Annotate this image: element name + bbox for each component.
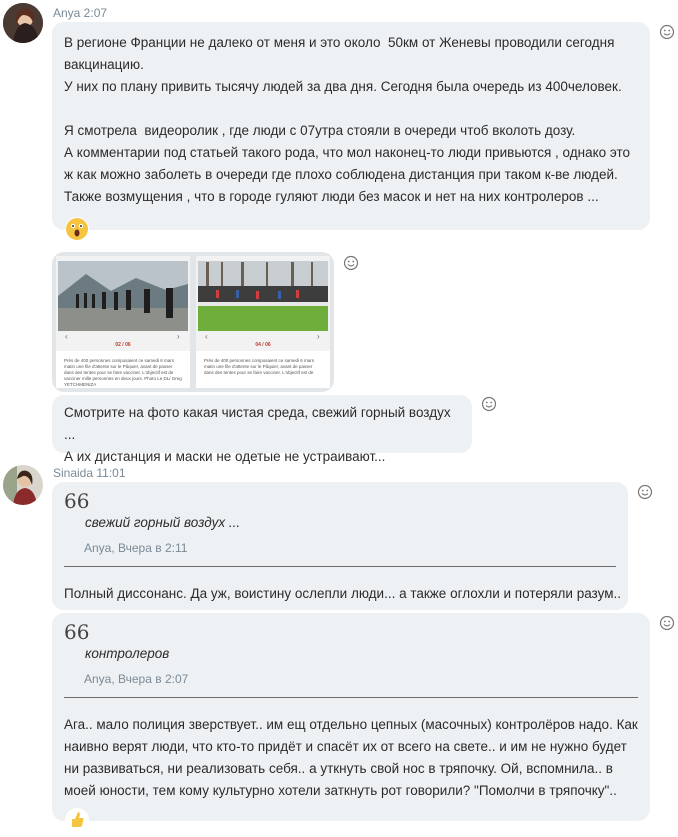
smiley-outline-icon[interactable] [343, 255, 359, 271]
sender-name: Anya 2:07 [53, 6, 108, 20]
message-bubble[interactable]: 66 свежий горный воздух ... Anya, Вчера … [52, 482, 628, 610]
avatar-anya[interactable] [3, 3, 43, 43]
quote-text: контролеров [85, 646, 170, 661]
quote-divider [64, 566, 616, 567]
message-bubble[interactable]: Смотрите на фото какая чистая среда, све… [52, 395, 472, 464]
quote-text: свежий горный воздух ... [85, 515, 241, 530]
message-text: В регионе Франции не далеко от меня и эт… [64, 35, 631, 204]
svg-text:›: › [177, 332, 180, 341]
smiley-outline-icon[interactable] [481, 396, 497, 412]
quote-icon: 66 [64, 489, 90, 513]
image-attachment-group[interactable]: ‹ › 02 / 06 Près de 400 personnes compos… [52, 252, 334, 392]
avatar-sinaida[interactable] [3, 465, 43, 505]
quote-divider [64, 697, 638, 698]
message-bubble[interactable]: В регионе Франции не далеко от меня и эт… [52, 22, 650, 230]
svg-text:›: › [317, 332, 320, 341]
shocked-face-emoji[interactable] [65, 217, 89, 241]
quote-icon: 66 [64, 620, 90, 644]
svg-text:‹: ‹ [65, 332, 68, 341]
svg-text:‹: ‹ [205, 332, 208, 341]
message-text: Ага.. мало полиция зверствует.. им ещ от… [64, 717, 642, 798]
message-text: Смотрите на фото какая чистая среда, све… [64, 405, 451, 464]
thumbs-up-emoji[interactable] [65, 808, 89, 832]
image-thumbnail[interactable]: ‹ › 04 / 06 Près de 400 personnes compos… [196, 256, 330, 388]
image-counter: 04 / 06 [255, 342, 271, 348]
message-text: Полный диссонанс. Да уж, воистину ослепл… [64, 586, 621, 601]
quote-meta[interactable]: Anya, Вчера в 2:11 [84, 541, 187, 555]
smiley-outline-icon[interactable] [659, 615, 675, 631]
photo-queue-mountains: ‹ › [56, 256, 190, 351]
message-bubble[interactable]: 66 контролеров Anya, Вчера в 2:07 Ага.. … [52, 613, 650, 821]
image-counter: 02 / 06 [115, 342, 131, 348]
smiley-outline-icon[interactable] [637, 484, 653, 500]
photo-queue-park: ‹ › [196, 256, 330, 351]
image-thumbnail[interactable]: ‹ › 02 / 06 Près de 400 personnes compos… [56, 256, 190, 388]
quote-meta[interactable]: Anya, Вчера в 2:07 [84, 672, 188, 686]
image-caption: Près de 400 personnes composaient ce sam… [204, 358, 315, 375]
image-caption: Près de 400 personnes composaient ce sam… [64, 358, 182, 387]
smiley-outline-icon[interactable] [659, 24, 675, 40]
sender-name: Sinaida 11:01 [53, 466, 126, 480]
